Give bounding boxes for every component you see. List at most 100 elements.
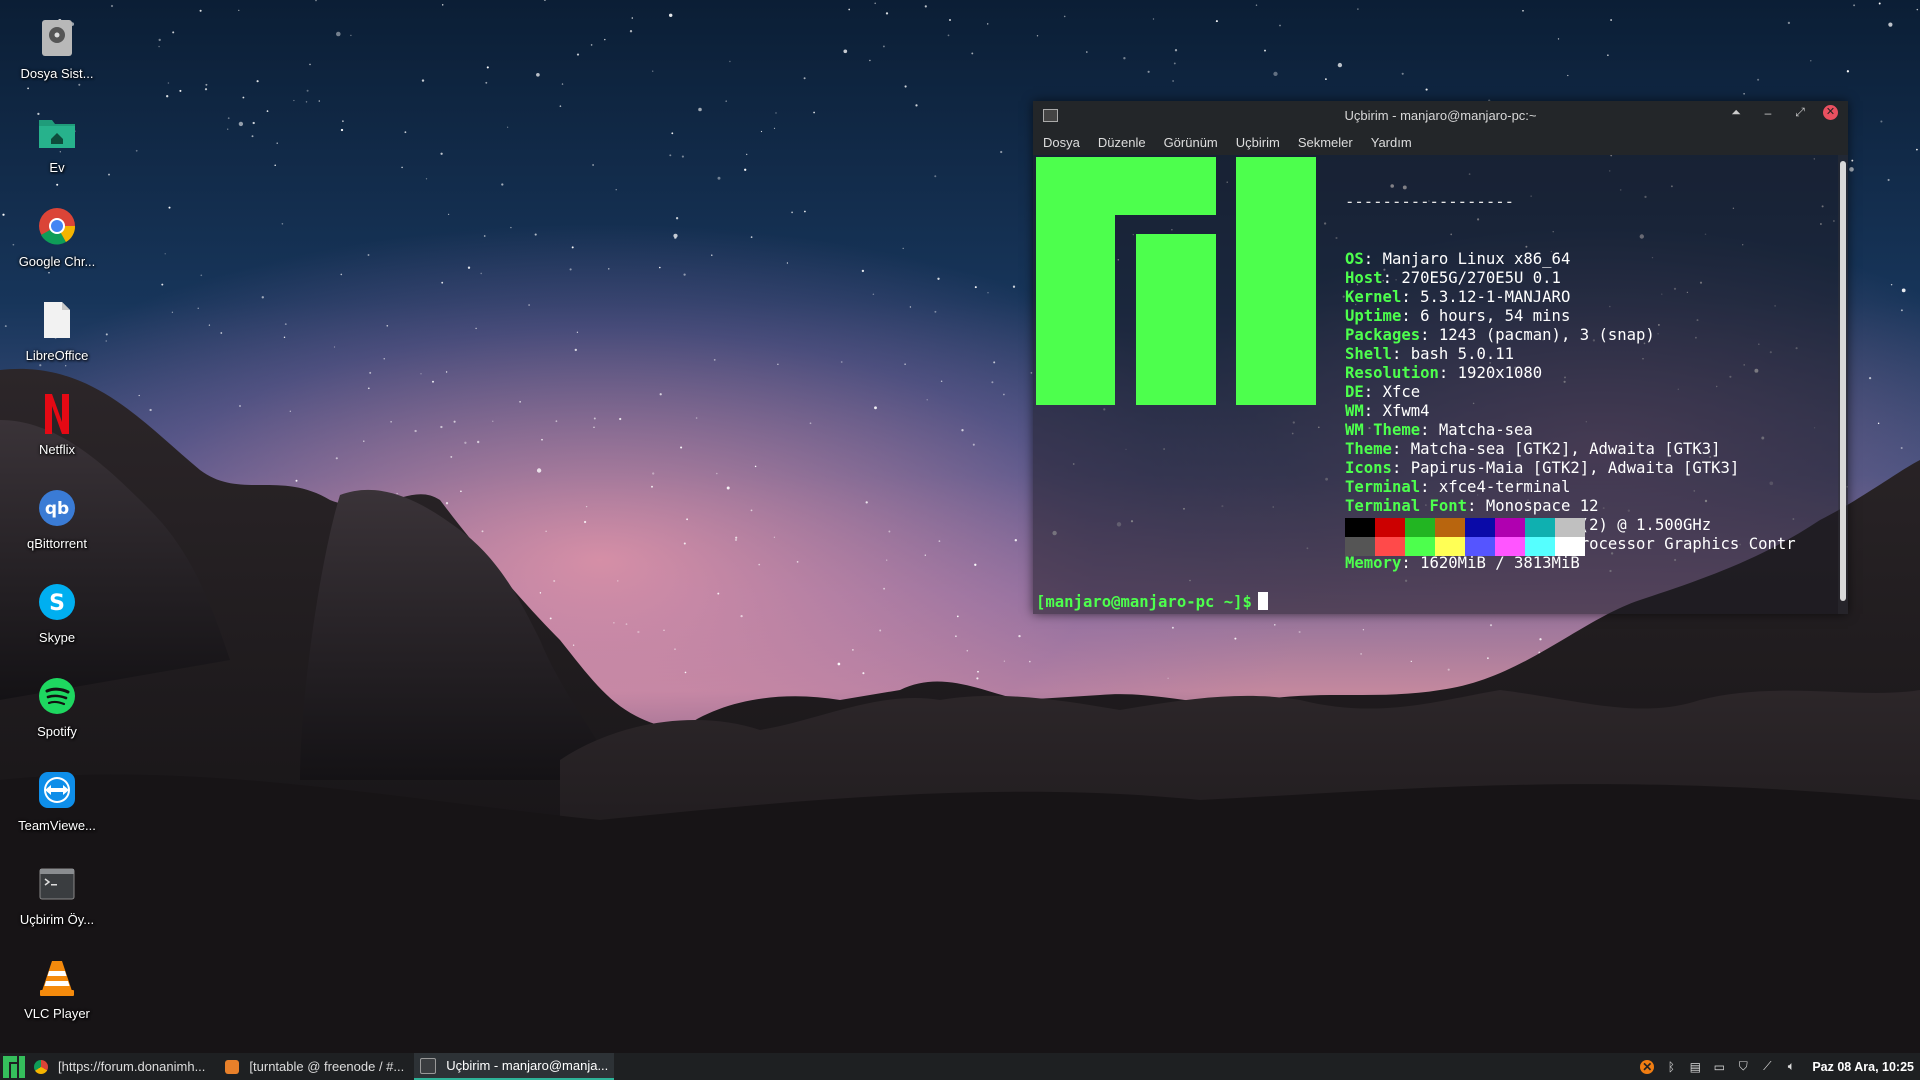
info-row: DE: Xfce bbox=[1345, 383, 1796, 402]
task-label: Uçbirim - manjaro@manja... bbox=[446, 1058, 609, 1073]
shade-icon[interactable]: ⏶ bbox=[1727, 105, 1745, 120]
chrome-icon bbox=[34, 1059, 48, 1074]
home-folder-icon bbox=[35, 110, 79, 154]
desktop-icon-terminal[interactable]: Uçbirim Öy... bbox=[0, 858, 114, 952]
info-colon: : bbox=[1438, 364, 1458, 382]
close-icon[interactable]: ✕ bbox=[1823, 105, 1838, 120]
info-key: DE bbox=[1345, 383, 1364, 401]
menu-sekmeler[interactable]: Sekmeler bbox=[1298, 135, 1353, 150]
info-colon: : bbox=[1401, 288, 1421, 306]
desktop-icon-label: qBittorrent bbox=[27, 536, 87, 551]
info-key: WM Theme bbox=[1345, 421, 1421, 439]
palette-swatch bbox=[1375, 537, 1405, 556]
palette-swatch bbox=[1495, 518, 1525, 537]
desktop-icon-label: TeamViewe... bbox=[18, 818, 96, 833]
taskbar: [https://forum.donanimh... [turntable @ … bbox=[0, 1053, 1920, 1080]
info-value: Xfwm4 bbox=[1382, 402, 1430, 420]
window-titlebar[interactable]: Uçbirim - manjaro@manjaro-pc:~ ⏶ – ⤢ ✕ bbox=[1033, 101, 1848, 129]
info-key: Terminal bbox=[1345, 478, 1421, 496]
desktop-icon-label: Spotify bbox=[37, 724, 77, 739]
task-browser[interactable]: [https://forum.donanimh... bbox=[28, 1053, 211, 1080]
info-row: Kernel: 5.3.12-1-MANJARO bbox=[1345, 288, 1796, 307]
info-row: WM: Xfwm4 bbox=[1345, 402, 1796, 421]
volume-icon[interactable]: 🔈︎ bbox=[1784, 1059, 1798, 1074]
desktop-icon-label: Uçbirim Öy... bbox=[19, 912, 95, 927]
manjaro-logo bbox=[1036, 157, 1316, 405]
info-colon: : bbox=[1467, 497, 1486, 515]
info-key: Kernel bbox=[1345, 288, 1402, 306]
desktop-icon-skype[interactable]: S Skype bbox=[0, 576, 114, 670]
info-key: Theme bbox=[1345, 440, 1392, 458]
maximize-icon[interactable]: ⤢ bbox=[1791, 105, 1809, 120]
desktop-icon-vlc[interactable]: VLC Player bbox=[0, 952, 114, 1046]
hexchat-icon bbox=[225, 1059, 240, 1074]
palette-swatch bbox=[1345, 537, 1375, 556]
desktop-icon-teamviewer[interactable]: TeamViewe... bbox=[0, 764, 114, 858]
info-row: Packages: 1243 (pacman), 3 (snap) bbox=[1345, 326, 1796, 345]
palette-swatch bbox=[1555, 537, 1585, 556]
desktop-icon-qbittorrent[interactable]: qb qBittorrent bbox=[0, 482, 114, 576]
info-row: OS: Manjaro Linux x86_64 bbox=[1345, 250, 1796, 269]
info-colon: : bbox=[1420, 421, 1439, 439]
info-row: Terminal Font: Monospace 12 bbox=[1345, 497, 1796, 516]
terminal-icon bbox=[420, 1057, 437, 1074]
info-row: Terminal: xfce4-terminal bbox=[1345, 478, 1796, 497]
info-value: 1620MiB / 3813MiB bbox=[1420, 554, 1580, 572]
menu-duzenle[interactable]: Düzenle bbox=[1098, 135, 1146, 150]
palette-swatch bbox=[1435, 518, 1465, 537]
info-key: Resolution bbox=[1345, 364, 1439, 382]
desktop-icon-label: VLC Player bbox=[24, 1006, 90, 1021]
scrollbar-thumb[interactable] bbox=[1840, 161, 1846, 601]
menu-yardim[interactable]: Yardım bbox=[1371, 135, 1412, 150]
shield-icon[interactable]: ⛉ bbox=[1736, 1059, 1750, 1074]
desktop-icon-netflix[interactable]: Netflix bbox=[0, 388, 114, 482]
menu-dosya[interactable]: Dosya bbox=[1043, 135, 1080, 150]
info-separator: ------------------ bbox=[1345, 193, 1514, 211]
info-value: 5.3.12-1-MANJARO bbox=[1420, 288, 1571, 306]
desktop-icon-chrome[interactable]: Google Chr... bbox=[0, 200, 114, 294]
palette-swatch bbox=[1495, 537, 1525, 556]
info-value: Xfce bbox=[1382, 383, 1421, 401]
desktop-icon-filesystem[interactable]: Dosya Sist... bbox=[0, 12, 114, 106]
desktop-icon-home[interactable]: Ev bbox=[0, 106, 114, 200]
info-colon: : bbox=[1363, 383, 1383, 401]
display-icon[interactable]: ▭ bbox=[1712, 1060, 1726, 1074]
menu-gorunum[interactable]: Görünüm bbox=[1164, 135, 1218, 150]
info-row: Shell: bash 5.0.11 bbox=[1345, 345, 1796, 364]
palette-row-bright bbox=[1345, 537, 1585, 556]
info-key: Terminal Font bbox=[1345, 497, 1468, 515]
desktop-icon-label: Netflix bbox=[38, 442, 76, 457]
minimize-icon[interactable]: – bbox=[1759, 106, 1777, 120]
menu-bar: Dosya Düzenle Görünüm Uçbirim Sekmeler Y… bbox=[1033, 129, 1848, 155]
bluetooth-icon[interactable]: ᛒ bbox=[1664, 1060, 1678, 1074]
clipboard-icon[interactable]: ▤ bbox=[1688, 1060, 1702, 1074]
info-value: 1920x1080 bbox=[1457, 364, 1543, 382]
palette-swatch bbox=[1525, 518, 1555, 537]
terminal-window[interactable]: Uçbirim - manjaro@manjaro-pc:~ ⏶ – ⤢ ✕ D… bbox=[1033, 101, 1848, 614]
info-colon: : bbox=[1401, 307, 1421, 325]
clock[interactable]: Paz 08 Ara, 10:25 bbox=[1812, 1060, 1914, 1074]
info-colon: : bbox=[1382, 269, 1402, 287]
info-key: Memory bbox=[1345, 554, 1402, 572]
terminal-output[interactable]: ------------------ OS: Manjaro Linux x86… bbox=[1033, 155, 1838, 614]
palette-swatch bbox=[1375, 518, 1405, 537]
info-colon: : bbox=[1391, 459, 1411, 477]
menu-ucbirim[interactable]: Uçbirim bbox=[1236, 135, 1280, 150]
scrollbar[interactable] bbox=[1838, 155, 1848, 614]
update-notifier-icon[interactable]: ✕ bbox=[1640, 1059, 1655, 1074]
shell-prompt[interactable]: [manjaro@manjaro-pc ~]$ bbox=[1036, 592, 1268, 611]
desktop-icon-spotify[interactable]: Spotify bbox=[0, 670, 114, 764]
palette-row-dark bbox=[1345, 518, 1585, 537]
color-palette bbox=[1345, 518, 1585, 556]
info-colon: : bbox=[1391, 440, 1411, 458]
palette-swatch bbox=[1345, 518, 1375, 537]
info-row: Host: 270E5G/270E5U 0.1 bbox=[1345, 269, 1796, 288]
whisker-menu-button[interactable] bbox=[0, 1053, 28, 1080]
task-hexchat[interactable]: [turntable @ freenode / #... bbox=[219, 1053, 410, 1080]
desktop-icon-libreoffice[interactable]: LibreOffice bbox=[0, 294, 114, 388]
desktop-icon-label: Ev bbox=[49, 160, 65, 175]
palette-swatch bbox=[1465, 518, 1495, 537]
info-value: Matcha-sea [GTK2], Adwaita [GTK3] bbox=[1410, 440, 1721, 458]
task-terminal[interactable]: Uçbirim - manjaro@manja... bbox=[414, 1053, 615, 1080]
network-icon[interactable]: ⟋ bbox=[1760, 1059, 1774, 1074]
